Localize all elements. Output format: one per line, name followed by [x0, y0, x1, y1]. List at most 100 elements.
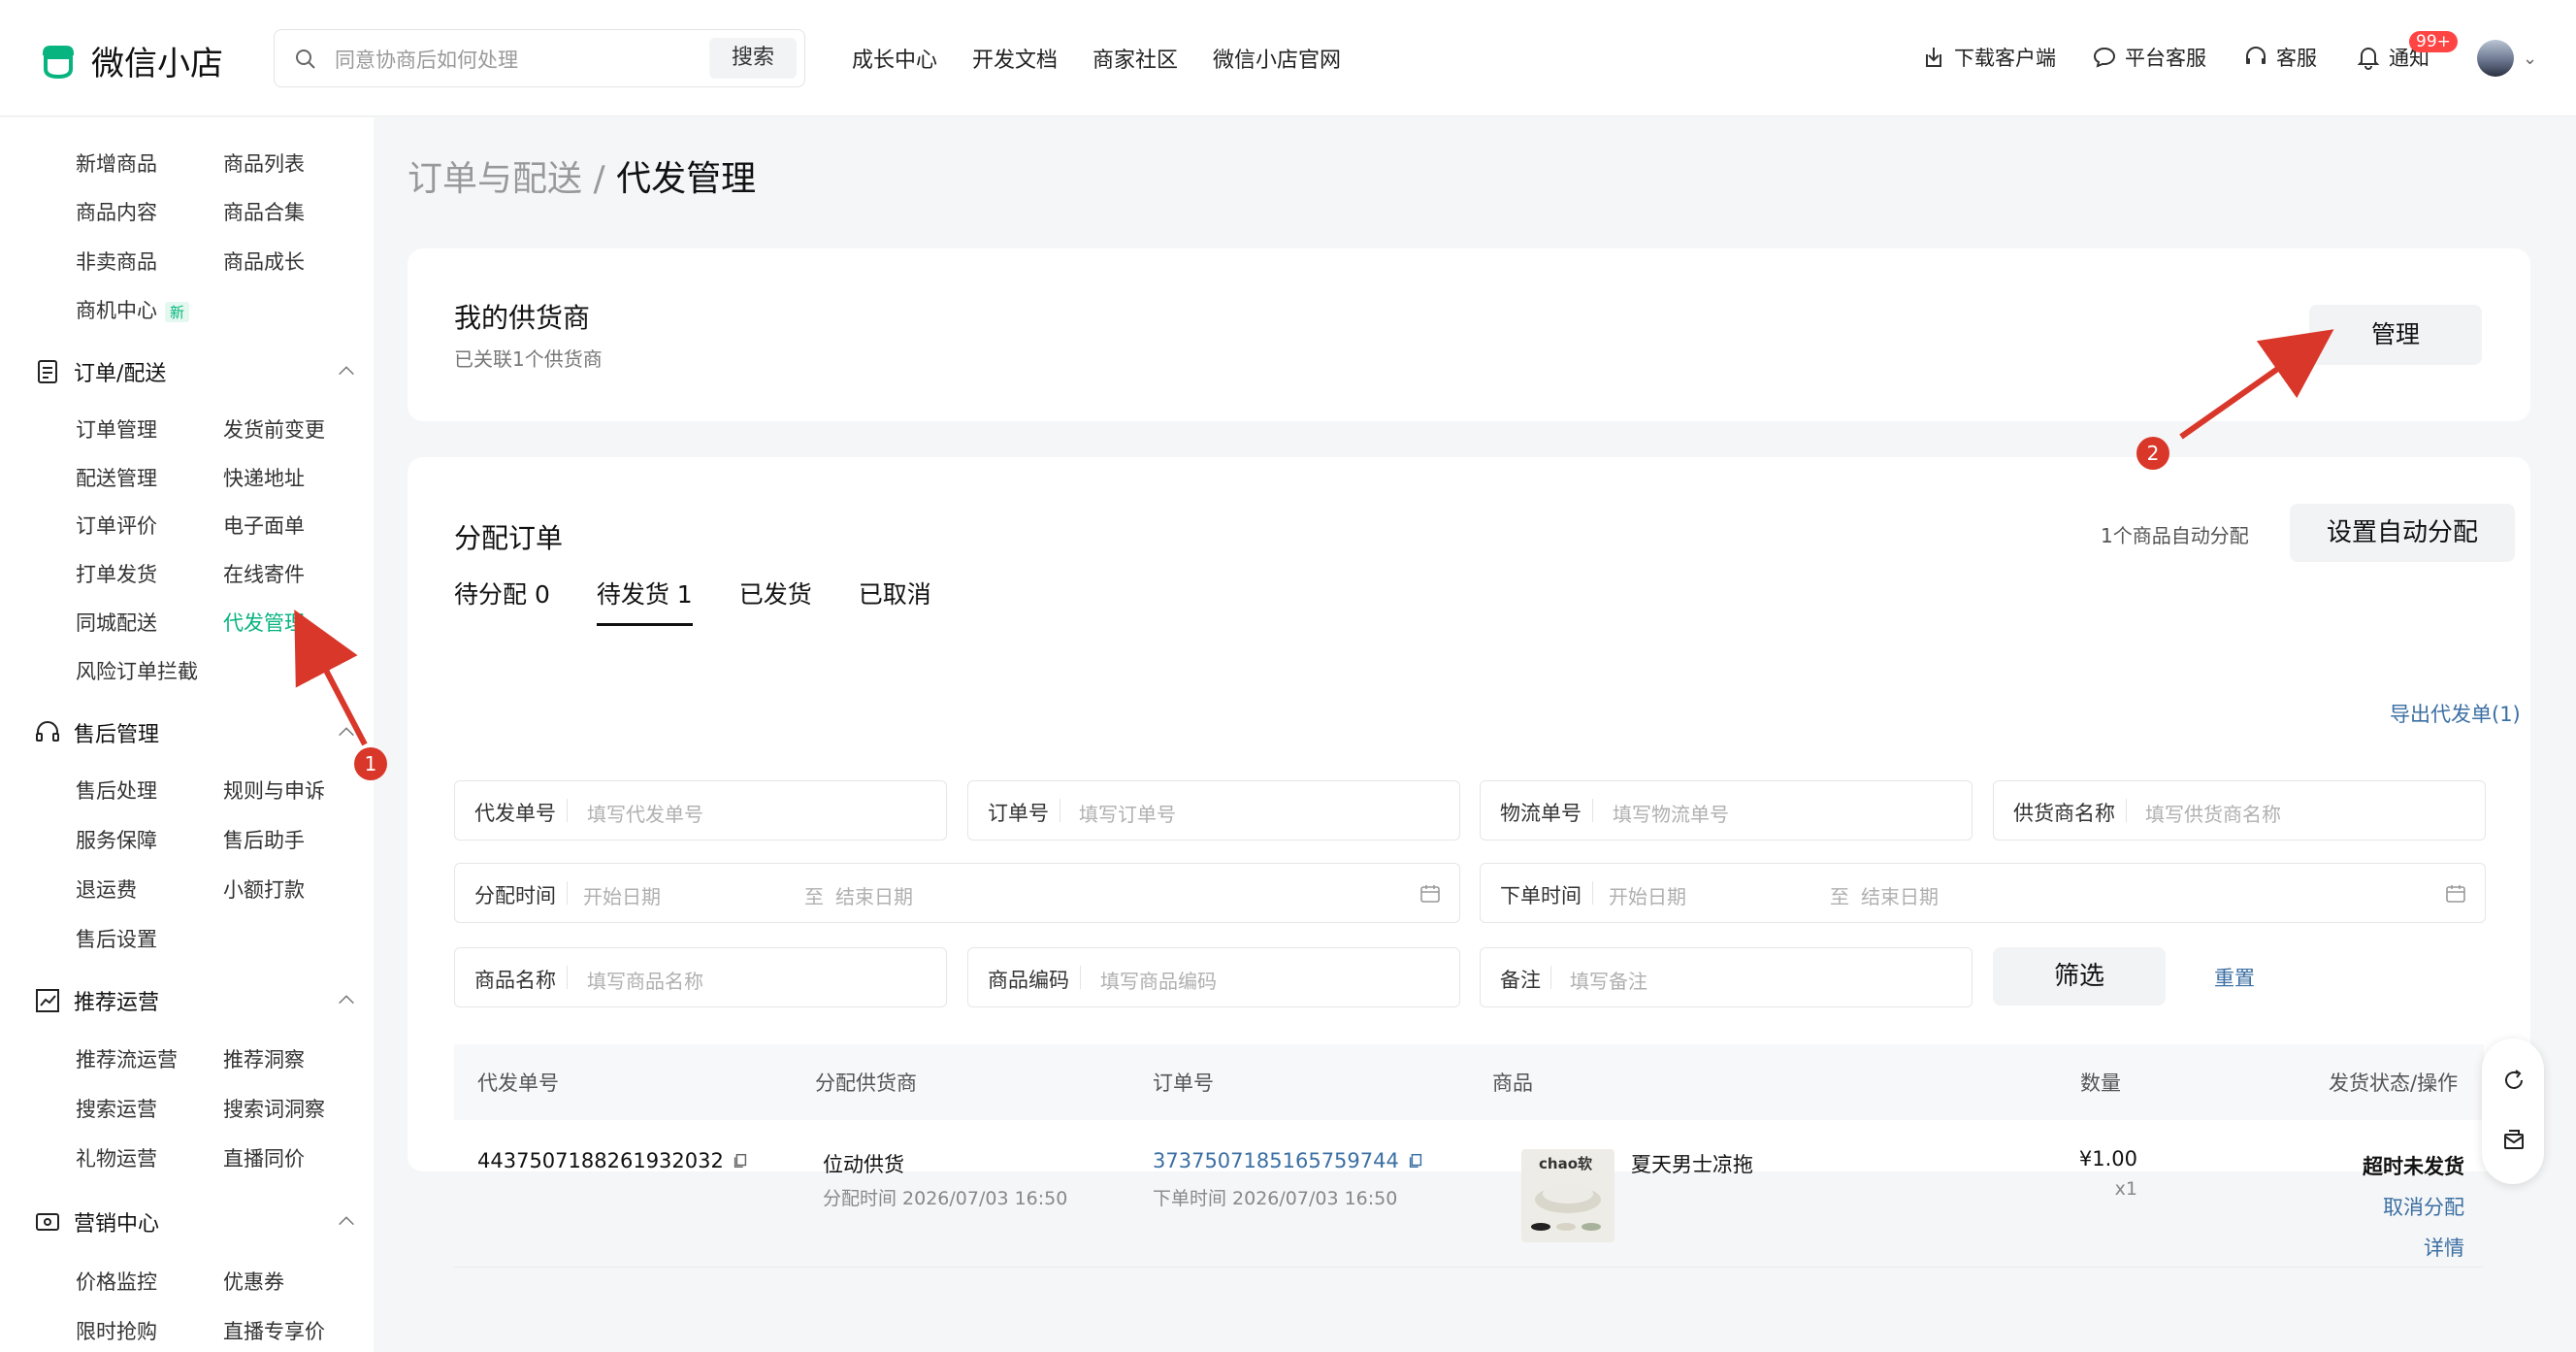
avatar[interactable] — [2477, 40, 2514, 77]
sidebar-section-recommend[interactable]: 推荐运营 — [33, 985, 354, 1016]
product-thumbnail[interactable]: chao软 — [1521, 1149, 1614, 1242]
sidebar-item-recommend-flow[interactable]: 推荐流运营 — [76, 1044, 178, 1073]
sidebar-item-live-same-price[interactable]: 直播同价 — [223, 1143, 305, 1172]
sidebar-item-print-ship[interactable]: 打单发货 — [76, 559, 157, 588]
breadcrumb-parent[interactable]: 订单与配送 — [408, 159, 582, 199]
calendar-icon[interactable] — [2444, 882, 2467, 906]
sidebar-item-courier-address[interactable]: 快递地址 — [223, 463, 305, 492]
export-dropship-link[interactable]: 导出代发单(1) — [2390, 699, 2521, 728]
sidebar-item-goods-growth[interactable]: 商品成长 — [223, 247, 305, 276]
order-no-link[interactable]: 3737507185165759744 — [1153, 1149, 1399, 1172]
sidebar-item-aftersale-assistant[interactable]: 售后助手 — [223, 825, 305, 854]
field-placeholder[interactable]: 填写供货商名称 — [2145, 799, 2281, 827]
sidebar-item-live-exclusive[interactable]: 直播专享价 — [223, 1316, 325, 1345]
field-separator — [1550, 966, 1551, 989]
sidebar-item-flash-sale[interactable]: 限时抢购 — [76, 1316, 157, 1345]
sidebar-item-non-sale[interactable]: 非卖商品 — [76, 247, 157, 276]
search-input[interactable]: 同意协商后如何处理 — [335, 45, 518, 74]
page-title: 代发管理 — [616, 159, 757, 199]
detail-link[interactable]: 详情 — [2249, 1233, 2464, 1262]
nav-merchant-community[interactable]: 商家社区 — [1092, 43, 1178, 74]
remark-field[interactable]: 备注 填写备注 — [1480, 947, 1973, 1007]
sidebar-item-aftersale-settings[interactable]: 售后设置 — [76, 924, 157, 953]
field-placeholder[interactable]: 填写商品名称 — [587, 966, 703, 994]
product-name-field[interactable]: 商品名称 填写商品名称 — [454, 947, 947, 1007]
sidebar-item-search-ops[interactable]: 搜索运营 — [76, 1094, 157, 1123]
order-no-cell[interactable]: 3737507185165759744 — [1153, 1149, 1424, 1172]
tab-pending-ship[interactable]: 待发货 1 — [596, 576, 693, 626]
end-date-input[interactable]: 结束日期 — [835, 881, 913, 909]
search-button[interactable]: 搜索 — [709, 38, 797, 79]
sidebar-item-recommend-insight[interactable]: 推荐洞察 — [223, 1044, 305, 1073]
sidebar-section-marketing[interactable]: 营销中心 — [33, 1206, 354, 1237]
tab-shipped[interactable]: 已发货 — [739, 576, 812, 626]
copy-icon[interactable] — [1407, 1152, 1424, 1170]
sidebar-section-orders[interactable]: 订单/配送 — [33, 356, 354, 387]
sidebar-item-order-review[interactable]: 订单评价 — [76, 511, 157, 540]
shipping-status: 超时未发货 — [2363, 1155, 2464, 1178]
sidebar-item-order-mgmt[interactable]: 订单管理 — [76, 414, 157, 444]
dropship-no-field[interactable]: 代发单号 填写代发单号 — [454, 780, 947, 841]
sidebar-section-aftersale[interactable]: 售后管理 — [33, 717, 354, 748]
customer-service[interactable]: 客服 — [2243, 43, 2317, 72]
order-no-field[interactable]: 订单号 填写订单号 — [967, 780, 1460, 841]
sidebar-item-delivery-mgmt[interactable]: 配送管理 — [76, 463, 157, 492]
sidebar-item-pre-ship-change[interactable]: 发货前变更 — [223, 414, 325, 444]
sidebar-item-goods-content[interactable]: 商品内容 — [76, 197, 157, 226]
top-bar: 微信小店 同意协商后如何处理 搜索 成长中心 开发文档 商家社区 微信小店官网 … — [0, 0, 2576, 116]
logo[interactable]: 微信小店 — [37, 37, 223, 84]
set-auto-assign-button[interactable]: 设置自动分配 — [2290, 504, 2515, 562]
sidebar-item-dropship-mgmt[interactable]: 代发管理 — [223, 608, 305, 637]
field-placeholder[interactable]: 填写备注 — [1570, 966, 1647, 994]
supplier-name-field[interactable]: 供货商名称 填写供货商名称 — [1993, 780, 2486, 841]
sidebar-item-gift-ops[interactable]: 礼物运营 — [76, 1143, 157, 1172]
sidebar-item-search-insight[interactable]: 搜索词洞察 — [223, 1094, 325, 1123]
sidebar-item-coupons[interactable]: 优惠券 — [223, 1267, 284, 1296]
new-badge: 新 — [165, 302, 190, 322]
sidebar-item-goods-list[interactable]: 商品列表 — [223, 148, 305, 178]
search-box[interactable]: 同意协商后如何处理 搜索 — [274, 29, 805, 87]
sidebar-item-goods-collection[interactable]: 商品合集 — [223, 197, 305, 226]
end-date-input[interactable]: 结束日期 — [1861, 881, 1939, 909]
sidebar-item-price-monitor[interactable]: 价格监控 — [76, 1267, 157, 1296]
sidebar-item-online-send[interactable]: 在线寄件 — [223, 559, 305, 588]
nav-growth-center[interactable]: 成长中心 — [852, 43, 937, 74]
sidebar-item-service-guarantee[interactable]: 服务保障 — [76, 825, 157, 854]
download-client[interactable]: 下载客户端 — [1921, 43, 2056, 72]
sidebar-item-rules-appeal[interactable]: 规则与申诉 — [223, 775, 325, 805]
nav-dev-docs[interactable]: 开发文档 — [972, 43, 1058, 74]
nav-official-site[interactable]: 微信小店官网 — [1213, 43, 1341, 74]
sidebar-item-add-goods[interactable]: 新增商品 — [76, 148, 157, 178]
field-placeholder[interactable]: 填写商品编码 — [1100, 966, 1217, 994]
cancel-assign-link[interactable]: 取消分配 — [2249, 1192, 2464, 1221]
field-placeholder[interactable]: 填写物流单号 — [1613, 799, 1729, 827]
calendar-icon[interactable] — [1418, 882, 1442, 906]
sidebar-item-e-waybill[interactable]: 电子面单 — [223, 511, 305, 540]
sidebar-item-opportunity[interactable]: 商机中心新 — [76, 295, 190, 324]
tab-pending-assign[interactable]: 待分配 0 — [454, 576, 550, 626]
filter-button[interactable]: 筛选 — [1993, 947, 2166, 1006]
feedback-icon[interactable] — [2501, 1068, 2527, 1093]
field-placeholder[interactable]: 填写订单号 — [1079, 799, 1176, 827]
product-code-field[interactable]: 商品编码 填写商品编码 — [967, 947, 1460, 1007]
copy-icon[interactable] — [732, 1152, 749, 1170]
sidebar-item-aftersale-handle[interactable]: 售后处理 — [76, 775, 157, 805]
start-date-input[interactable]: 开始日期 — [583, 881, 661, 909]
chevron-down-icon[interactable]: ⌄ — [2523, 49, 2537, 69]
field-label: 供货商名称 — [2013, 802, 2115, 825]
assign-time-range[interactable]: 分配时间 开始日期 至 结束日期 — [454, 863, 1460, 923]
platform-service[interactable]: 平台客服 — [2092, 43, 2206, 72]
field-placeholder[interactable]: 填写代发单号 — [587, 799, 703, 827]
mail-icon[interactable] — [2501, 1128, 2527, 1153]
tab-cancelled[interactable]: 已取消 — [859, 576, 931, 626]
order-time-range[interactable]: 下单时间 开始日期 至 结束日期 — [1480, 863, 2486, 923]
chevron-up-icon — [339, 727, 354, 737]
sidebar-item-return-freight[interactable]: 退运费 — [76, 874, 137, 904]
sidebar-item-risk-intercept[interactable]: 风险订单拦截 — [76, 656, 198, 685]
start-date-input[interactable]: 开始日期 — [1609, 881, 1686, 909]
reset-link[interactable]: 重置 — [2214, 963, 2255, 992]
manage-button[interactable]: 管理 — [2309, 305, 2482, 365]
sidebar-item-small-payment[interactable]: 小额打款 — [223, 874, 305, 904]
logistics-no-field[interactable]: 物流单号 填写物流单号 — [1480, 780, 1973, 841]
sidebar-item-same-city[interactable]: 同城配送 — [76, 608, 157, 637]
